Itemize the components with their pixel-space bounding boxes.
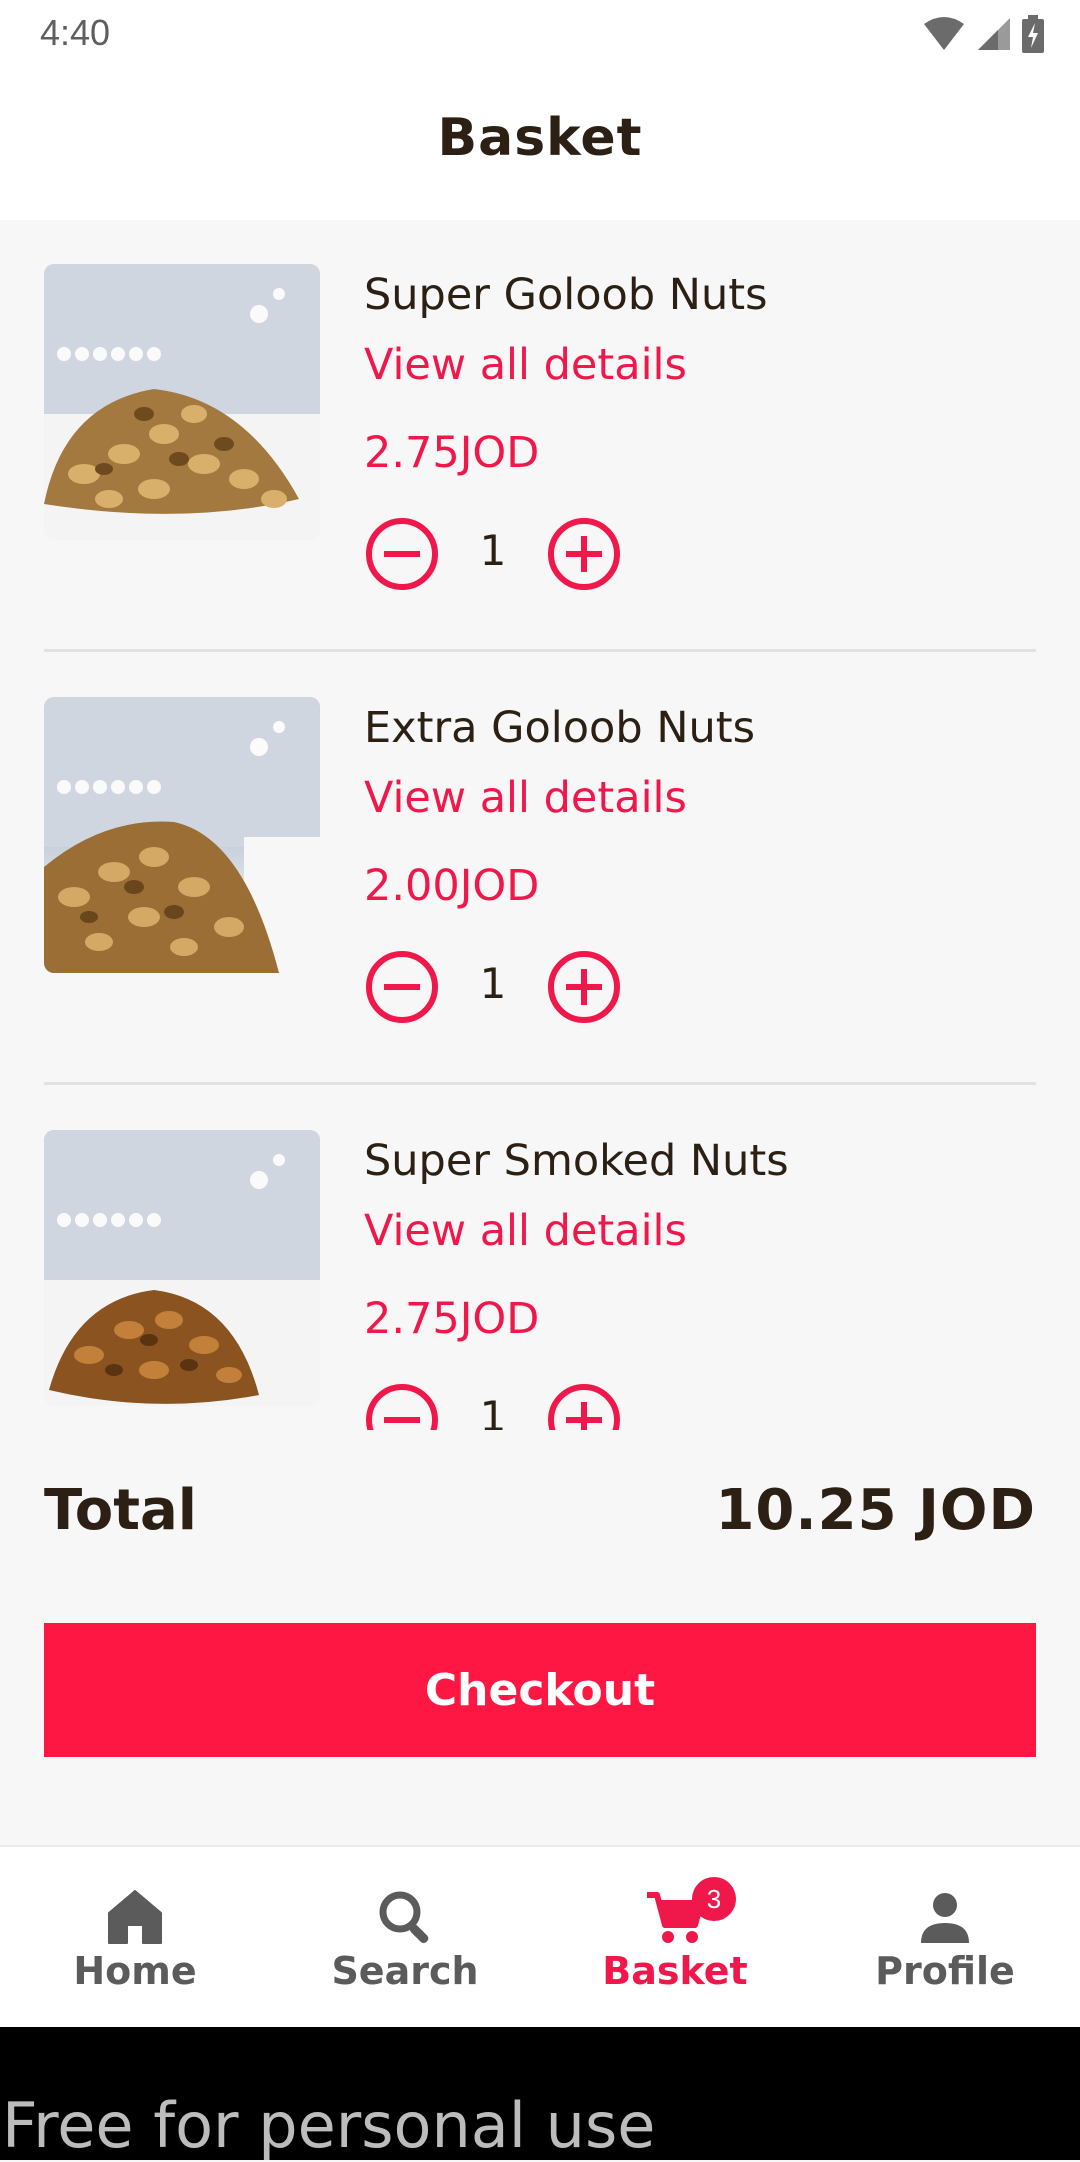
quantity-stepper: 1 <box>364 1382 664 1430</box>
view-details-link[interactable]: View all details <box>364 773 687 823</box>
checkout-button[interactable]: Checkout <box>44 1623 1036 1757</box>
pistachio-nuts-photo <box>44 697 320 973</box>
search-icon <box>379 1891 429 1944</box>
app-header: Basket <box>0 70 1080 220</box>
nav-label: Profile <box>875 1949 1015 1993</box>
nav-label: Basket <box>602 1949 748 1993</box>
basket-item: Extra Goloob Nuts View all details 2.00J… <box>44 653 1036 1085</box>
plus-circle-icon[interactable] <box>546 516 622 592</box>
page-title: Basket <box>437 108 643 168</box>
cart-badge: 3 <box>692 1877 736 1921</box>
minus-circle-icon[interactable] <box>364 516 440 592</box>
view-details-link[interactable]: View all details <box>364 340 687 390</box>
footer-band: Free for personal use <box>0 2027 1080 2162</box>
smoked-nuts-photo <box>44 1130 320 1406</box>
product-price: 2.00JOD <box>364 861 540 911</box>
plus-circle-icon[interactable] <box>546 949 622 1025</box>
nav-item-search[interactable]: Search <box>270 1847 540 2027</box>
basket-item: Super Goloob Nuts View all details 2.75J… <box>44 220 1036 652</box>
product-image[interactable] <box>44 697 320 973</box>
basket-list[interactable]: Super Goloob Nuts View all details 2.75J… <box>0 220 1080 1430</box>
product-image[interactable] <box>44 1130 320 1406</box>
minus-circle-icon[interactable] <box>364 949 440 1025</box>
nav-label: Search <box>331 1949 479 1993</box>
wifi-icon <box>924 17 964 50</box>
quantity-stepper: 1 <box>364 949 664 1025</box>
product-image[interactable] <box>44 264 320 540</box>
person-icon <box>921 1893 969 1943</box>
quantity-value: 1 <box>479 1392 507 1430</box>
home-icon <box>108 1890 162 1944</box>
quantity-stepper: 1 <box>364 516 664 592</box>
quantity-value: 1 <box>479 959 507 1008</box>
product-price: 2.75JOD <box>364 428 540 478</box>
nav-label: Home <box>73 1949 197 1993</box>
nav-item-profile[interactable]: Profile <box>810 1847 1080 2027</box>
minus-circle-icon[interactable] <box>364 1382 440 1430</box>
total-label: Total <box>44 1478 197 1543</box>
product-price: 2.75JOD <box>364 1294 540 1344</box>
basket-item: Super Smoked Nuts View all details 2.75J… <box>44 1086 1036 1430</box>
product-name: Extra Goloob Nuts <box>364 703 756 753</box>
status-time: 4:40 <box>40 12 111 53</box>
product-name: Super Smoked Nuts <box>364 1136 789 1186</box>
product-name: Super Goloob Nuts <box>364 270 768 320</box>
total-value: 10.25 JOD <box>715 1478 1036 1543</box>
status-bar: 4:40 <box>0 0 1080 70</box>
view-details-link[interactable]: View all details <box>364 1206 687 1256</box>
status-icons <box>922 14 1044 54</box>
nav-item-basket[interactable]: 3 Basket <box>540 1847 810 2027</box>
watermark-text: Free for personal use <box>2 2089 656 2162</box>
signal-icon <box>978 18 1010 50</box>
battery-charging-icon <box>1022 15 1044 53</box>
bottom-nav: Home Search 3 Basket Profile <box>0 1845 1080 2027</box>
mixed-nuts-photo <box>44 264 320 540</box>
plus-circle-icon[interactable] <box>546 1382 622 1430</box>
nav-item-home[interactable]: Home <box>0 1847 270 2027</box>
quantity-value: 1 <box>479 526 507 575</box>
